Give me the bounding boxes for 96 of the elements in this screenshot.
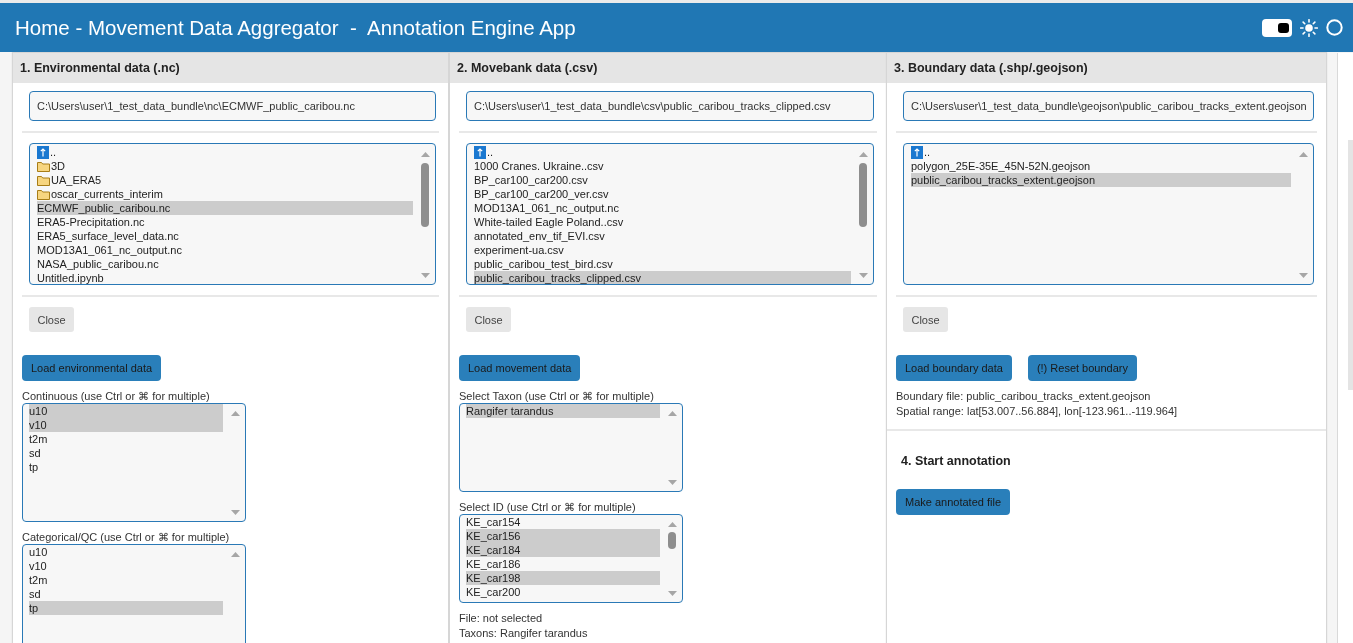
app-title: Home - Movement Data Aggregator - Annotation Engine App [15,15,577,40]
folder-icon [37,160,50,172]
file-list-item[interactable]: public_caribou_tracks_extent.geojson [911,173,1291,187]
multi-select-list[interactable]: KE_car154 KE_car156 KE_car184 KE_car186 KE_car198 KE_car200 [459,514,683,603]
scroll-down-arrow-icon[interactable] [230,510,240,515]
select-option[interactable]: u10 [29,545,223,559]
file-list-item[interactable]: experiment-ua.csv [474,243,851,257]
path-field[interactable]: C:\Users\user\1_test_data_bundle\csv\public_caribou_tracks_clipped.csv [466,91,874,121]
scroll-down-arrow-icon[interactable] [1298,273,1308,278]
select-option[interactable]: t2m [29,432,223,446]
scroll-up-arrow-icon[interactable] [420,152,430,157]
scroll-up-arrow-icon[interactable] [667,522,677,527]
scrollbar-thumb[interactable] [668,532,676,549]
select-option[interactable]: KE_car200 [466,585,660,599]
scroll-up-arrow-icon[interactable] [1298,152,1308,157]
multi-select-list[interactable]: u10 v10 t2m sd tp [22,403,246,522]
select-option[interactable]: sd [29,446,223,460]
select-option[interactable]: v10 [29,559,223,573]
select-label: Categorical/QC (use Ctrl or ⌘ for multiple) [22,530,230,544]
file-list-item[interactable]: ECMWF_public_caribou.nc [37,201,413,215]
scroll-down-arrow-icon[interactable] [420,273,430,278]
section-title: 4. Start annotation [901,454,1011,468]
action-button[interactable]: (!) Reset boundary [1027,355,1137,381]
file-list-item[interactable]: BP_car100_car200_ver.csv [474,187,851,201]
file-list[interactable]: .. polygon_25E-35E_45N-52N.geojson public_caribou_tracks_extent.geojson [903,143,1314,285]
circle-icon[interactable] [1326,19,1343,36]
select-option[interactable]: KE_car156 [466,529,660,543]
select-option[interactable]: v10 [29,418,223,432]
file-list[interactable]: .. 3D UA_ERA5 oscar_currents_interim ECMWF_public_caribou.nc ERA5-Precipitation.nc ERA5_surface_level_data.nc MOD13A1_061_nc_output.nc NASA_public_caribou.nc Untitled.ipynb [29,143,436,285]
select-option[interactable]: sd [29,587,223,601]
action-button[interactable]: Load movement data [459,355,581,381]
file-list-item[interactable]: .. [37,145,413,159]
file-list-item[interactable]: NASA_public_caribou.nc [37,257,413,271]
select-option[interactable]: tp [29,460,223,474]
status-text: File: not selected [459,611,544,626]
scroll-up-arrow-icon[interactable] [667,411,677,416]
panel-title: 1. Environmental data (.nc) [20,61,180,75]
file-list-item[interactable]: oscar_currents_interim [37,187,413,201]
select-option[interactable]: KE_car186 [466,557,660,571]
file-list-item[interactable]: UA_ERA5 [37,173,413,187]
file-list[interactable] [466,143,874,285]
close-button[interactable]: Close [29,307,74,332]
scroll-up-arrow-icon[interactable] [858,152,868,157]
status-text: Taxons: Rangifer tarandus [459,625,588,640]
close-button[interactable]: Close [903,307,948,332]
file-list-item[interactable]: ERA5_surface_level_data.nc [37,229,413,243]
up-arrow-icon [474,145,486,159]
scroll-up-arrow-icon[interactable] [230,552,240,557]
up-arrow-icon [911,145,923,159]
file-list-item[interactable]: public_caribou_tracks_clipped.csv [474,271,851,284]
file-list-item[interactable]: public_caribou_test_bird.csv [474,257,851,271]
make-file-button[interactable]: Make annotated file [896,489,1010,515]
path-field[interactable]: C:\Users\user\1_test_data_bundle\nc\ECMWF_public_caribou.nc [29,91,436,121]
scroll-down-arrow-icon[interactable] [858,273,868,278]
file-list-item[interactable]: MOD13A1_061_nc_output.nc [474,201,851,215]
status-text: Boundary file: public_caribou_tracks_extent.geojson [896,389,1152,404]
select-option[interactable]: Rangifer tarandus [466,404,660,418]
select-option[interactable]: tp [29,601,223,615]
path-field[interactable]: C:\Users\user\1_test_data_bundle\geojson\public_caribou_tracks_extent.geojson [903,91,1314,121]
theme-toggle[interactable] [1262,18,1292,37]
select-label: Continuous (use Ctrl or ⌘ for multiple) [22,389,210,403]
scroll-down-arrow-icon[interactable] [667,591,677,596]
file-list-item[interactable]: MOD13A1_061_nc_output.nc [37,243,413,257]
action-button[interactable]: Load environmental data [22,355,162,381]
select-option[interactable]: KE_car154 [466,515,660,529]
scroll-down-arrow-icon[interactable] [667,480,677,485]
select-option[interactable]: t2m [29,573,223,587]
multi-select-list[interactable]: Rangifer tarandus [459,403,683,492]
select-option[interactable]: KE_car198 [466,571,660,585]
file-list-item[interactable]: annotated_env_tif_EVI.csv [474,229,851,243]
scrollbar-thumb[interactable] [859,163,867,227]
file-list-item[interactable]: 3D [37,159,413,173]
file-list-item[interactable]: Untitled.ipynb [37,271,413,284]
panel-title: 2. Movebank data (.csv) [457,61,598,75]
file-list-item[interactable]: polygon_25E-35E_45N-52N.geojson [911,159,1291,173]
folder-icon [37,174,50,186]
up-arrow-icon [37,145,49,159]
multi-select-list[interactable]: u10 v10 t2m sd tp [22,544,246,643]
file-list-item[interactable]: BP_car100_car200.csv [474,173,851,187]
file-list-item[interactable]: .. [474,145,851,159]
close-button[interactable]: Close [466,307,511,332]
scroll-bar[interactable] [1348,140,1353,390]
status-text: Spatial range: lat[53.007..56.884], lon[-123.961..-119.964] [896,403,1178,418]
file-list-item[interactable]: White-tailed Eagle Poland..csv [474,215,851,229]
select-label: Select ID (use Ctrl or ⌘ for multiple) [459,500,636,514]
file-list-item[interactable]: ERA5-Precipitation.nc [37,215,413,229]
select-option[interactable]: u10 [29,404,223,418]
file-list-item[interactable]: .. [911,145,1291,159]
scroll-up-arrow-icon[interactable] [230,411,240,416]
sun-icon[interactable] [1300,18,1318,37]
scrollbar-thumb[interactable] [421,163,429,227]
panel-title: 3. Boundary data (.shp/.geojson) [894,61,1088,75]
file-list-item[interactable]: 1000 Cranes. Ukraine..csv [474,159,851,173]
action-button[interactable]: Load boundary data [896,355,1012,381]
select-option[interactable]: KE_car184 [466,543,660,557]
select-label: Select Taxon (use Ctrl or ⌘ for multiple) [459,389,654,403]
